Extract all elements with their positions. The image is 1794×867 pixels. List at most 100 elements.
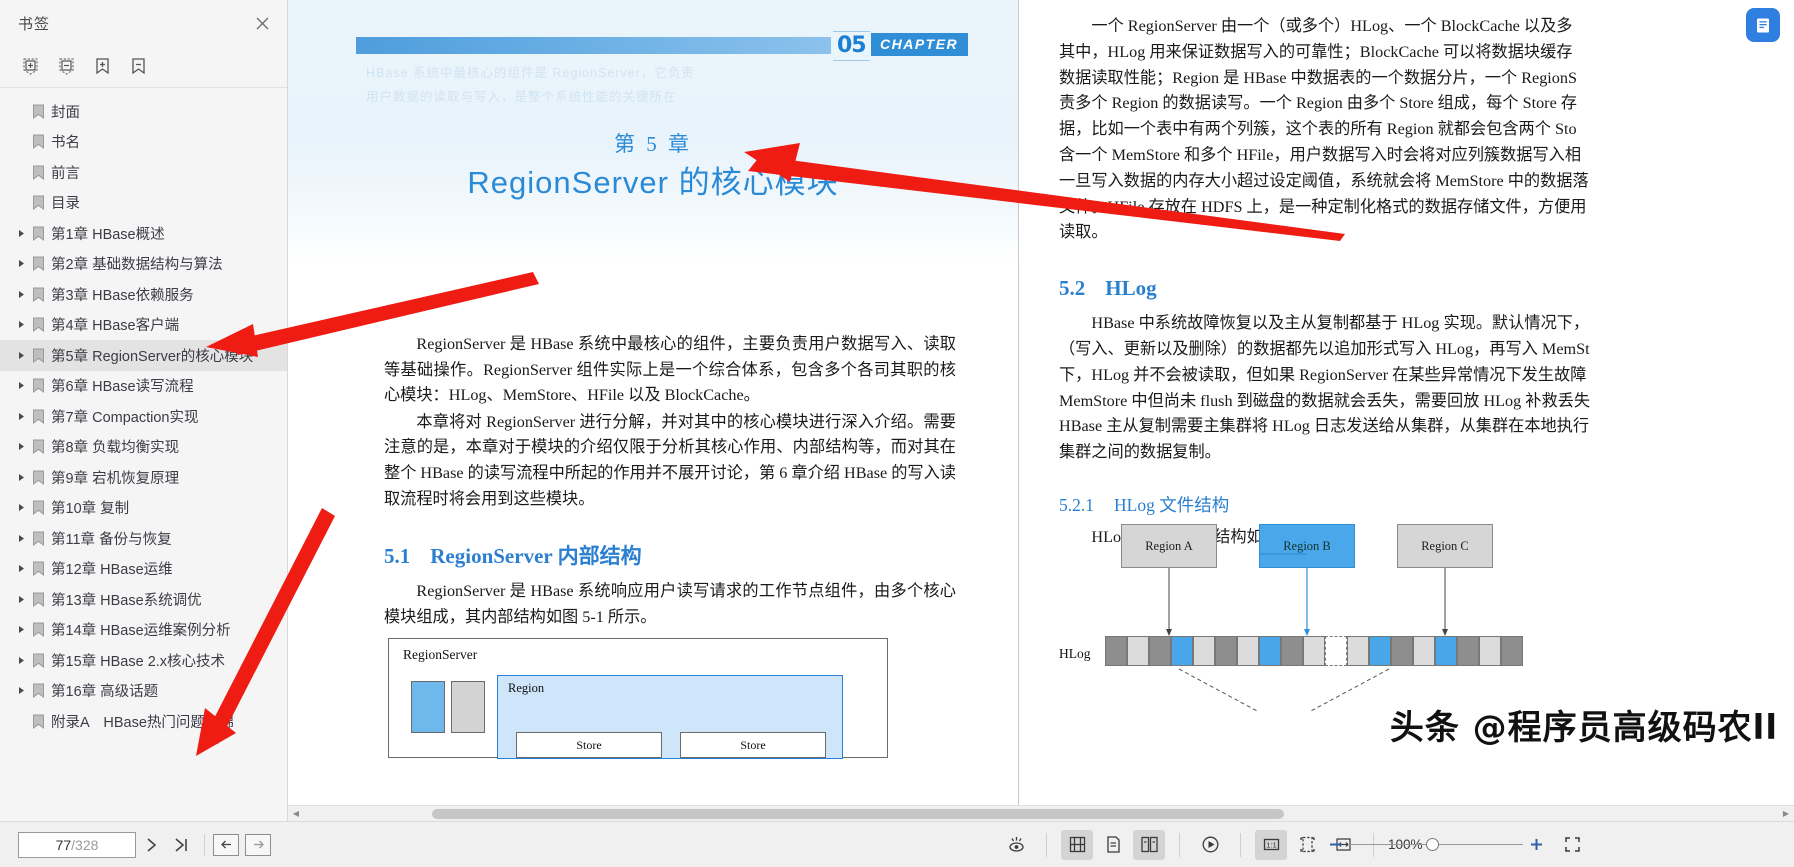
arrow-left-icon[interactable] [213, 833, 239, 856]
expand-arrow-icon[interactable] [14, 625, 28, 634]
zoom-slider-knob[interactable] [1426, 838, 1439, 851]
chevron-right-icon[interactable] [136, 830, 166, 860]
hlog-cell [1259, 636, 1281, 666]
figure-regionserver: RegionServer Region Store Store [388, 638, 888, 759]
last-page-icon[interactable] [166, 830, 196, 860]
bookmark-item-label: 目录 [51, 196, 80, 213]
slideshow-icon[interactable] [1194, 830, 1226, 860]
plus-icon[interactable] [1523, 832, 1549, 858]
arrow-right-icon[interactable] [245, 833, 271, 856]
expand-arrow-icon[interactable] [14, 412, 28, 421]
expand-arrow-icon[interactable] [14, 351, 28, 360]
bookmark-item-label: 第2章 基础数据结构与算法 [51, 257, 223, 274]
fullscreen-icon[interactable] [1559, 832, 1585, 858]
hlog-cell [1457, 636, 1479, 666]
expand-arrow-icon[interactable] [14, 656, 28, 665]
fit-width-icon[interactable] [1061, 829, 1093, 860]
bookmark-item-label: 第5章 RegionServer的核心模块 [51, 348, 254, 365]
bookmark-item[interactable]: 第1章 HBase概述 [0, 218, 287, 249]
bookmark-item[interactable]: 目录 [0, 188, 287, 219]
fit-page-icon[interactable] [1291, 830, 1323, 860]
expand-arrow-icon[interactable] [14, 259, 28, 268]
scrollbar-track[interactable] [304, 806, 1778, 822]
figure-outer-label: RegionServer [403, 647, 478, 662]
add-bookmark-icon[interactable] [88, 54, 116, 80]
bookmark-item[interactable]: 第3章 HBase依赖服务 [0, 279, 287, 310]
bookmark-item[interactable]: 第14章 HBase运维案例分析 [0, 615, 287, 646]
bookmark-icon [28, 653, 48, 668]
bookmark-item-label: 第4章 HBase客户端 [51, 318, 180, 335]
hlog-cell [1281, 636, 1303, 666]
bookmark-item-label: 第15章 HBase 2.x核心技术 [51, 653, 226, 670]
svg-text:1:1: 1:1 [1266, 841, 1276, 850]
bookmark-item[interactable]: 第15章 HBase 2.x核心技术 [0, 645, 287, 676]
expand-arrow-icon[interactable] [14, 595, 28, 604]
page-number-input[interactable]: 77/328 [18, 831, 136, 858]
page-view[interactable]: HBase 系统中最核心的组件是 RegionServer，它负责 用户数据的读… [288, 0, 1794, 821]
bookmark-icon [28, 439, 48, 455]
scroll-left-arrow[interactable]: ◀ [288, 806, 304, 822]
expand-arrow-icon[interactable] [14, 381, 28, 390]
scroll-right-arrow[interactable]: ▶ [1778, 806, 1794, 822]
bookmark-item[interactable]: 附录A HBase热门问题集锦 [0, 706, 287, 737]
paragraph-line: 数据读取性能；Region 是 HBase 中数据表的一个数据分片，一个 Reg… [1059, 68, 1577, 87]
actual-size-icon[interactable]: 1:1 [1255, 829, 1287, 860]
document-badge-icon[interactable] [1746, 8, 1780, 42]
bookmark-item[interactable]: 第7章 Compaction实现 [0, 401, 287, 432]
bookmark-item[interactable]: 前言 [0, 157, 287, 188]
bookmark-item[interactable]: 第8章 负载均衡实现 [0, 432, 287, 463]
left-page-body: RegionServer 是 HBase 系统中最核心的组件，主要负责用户数据写… [384, 332, 956, 631]
bookmark-item[interactable]: 封面 [0, 96, 287, 127]
bookmark-item[interactable]: 第5章 RegionServer的核心模块 [0, 340, 287, 371]
read-aloud-icon[interactable] [1000, 830, 1032, 860]
dual-page-icon[interactable] [1133, 829, 1165, 860]
bookmark-item[interactable]: 第16章 高级话题 [0, 676, 287, 707]
bookmark-icon [28, 134, 48, 150]
remove-bookmark-icon[interactable] [124, 54, 152, 80]
bookmark-icon [28, 317, 48, 333]
expand-arrow-icon[interactable] [14, 534, 28, 543]
paragraph-line: 读取。 [1059, 223, 1108, 242]
hlog-cell [1105, 636, 1127, 666]
paragraph-line: MemStore 中但尚未 flush 到磁盘的数据就会丢失，需要回放 HLog… [1059, 391, 1591, 410]
minus-icon[interactable] [1322, 832, 1348, 858]
chapter-label: 第 5 章 [614, 132, 692, 156]
zoom-slider[interactable] [1348, 835, 1523, 855]
ghost-text-line-1: HBase 系统中最核心的组件是 RegionServer，它负责 [366, 66, 695, 80]
expand-arrow-icon[interactable] [14, 229, 28, 238]
paragraph: RegionServer 是 HBase 系统响应用户读写请求的工作节点组件，由… [384, 582, 956, 626]
hlog-strip [1105, 636, 1523, 666]
bookmark-item[interactable]: 第13章 HBase系统调优 [0, 584, 287, 615]
expand-arrow-icon[interactable] [14, 442, 28, 451]
bookmark-item[interactable]: 第11章 备份与恢复 [0, 523, 287, 554]
bookmark-item[interactable]: 第4章 HBase客户端 [0, 310, 287, 341]
bookmark-item[interactable]: 第2章 基础数据结构与算法 [0, 249, 287, 280]
expand-arrow-icon[interactable] [14, 473, 28, 482]
paragraph-line: 据，比如一个表中有两个列簇，这个表的所有 Region 就都会包含两个 Sto [1059, 120, 1577, 139]
bookmark-icon [28, 409, 48, 424]
expand-arrow-icon[interactable] [14, 686, 28, 695]
bookmark-item[interactable]: 第6章 HBase读写流程 [0, 371, 287, 402]
section-title: RegionServer 内部结构 [430, 544, 642, 569]
bookmark-item[interactable]: 第10章 复制 [0, 493, 287, 524]
bookmark-icon [28, 226, 48, 241]
paragraph-line: 含一个 MemStore 和多个 HFile，用户数据写入时会将对应列簇数据写入… [1059, 145, 1582, 164]
paragraph-line: 集群之间的数据复制。 [1059, 443, 1221, 462]
bookmark-icon [28, 683, 48, 699]
expand-arrow-icon[interactable] [14, 320, 28, 329]
bookmark-item-label: 封面 [51, 104, 80, 121]
scrollbar-thumb[interactable] [432, 808, 1284, 819]
expand-arrow-icon[interactable] [14, 290, 28, 299]
expand-arrow-icon[interactable] [14, 503, 28, 512]
close-icon[interactable] [251, 12, 273, 34]
bookmark-item[interactable]: 第9章 宕机恢复原理 [0, 462, 287, 493]
expand-all-icon[interactable] [16, 54, 44, 80]
paragraph: 本章将对 RegionServer 进行分解，并对其中的核心模块进行深入介绍。需… [384, 412, 956, 508]
chapter-blue-bar [356, 37, 831, 54]
bookmark-item[interactable]: 书名 [0, 127, 287, 158]
expand-arrow-icon[interactable] [14, 564, 28, 573]
single-page-icon[interactable] [1097, 830, 1129, 860]
bookmark-item[interactable]: 第12章 HBase运维 [0, 554, 287, 585]
collapse-all-icon[interactable] [52, 54, 80, 80]
horizontal-scrollbar[interactable]: ◀ ▶ [288, 805, 1794, 821]
